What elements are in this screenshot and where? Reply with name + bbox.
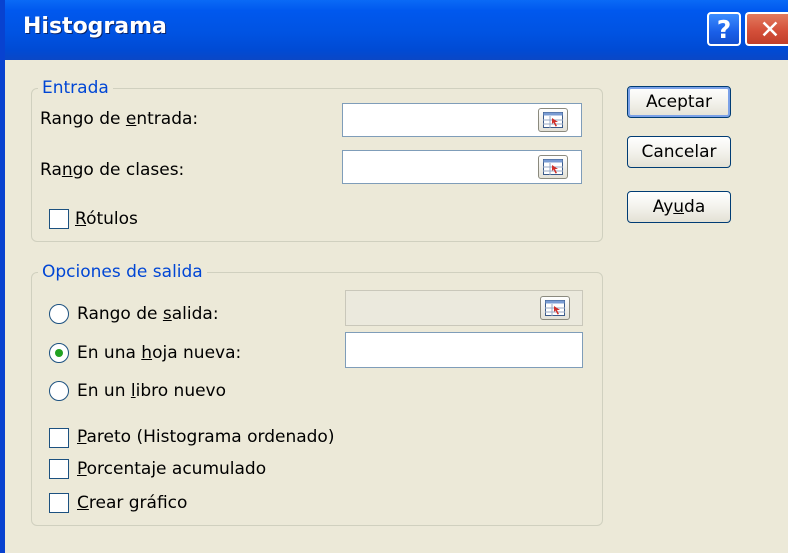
- new-sheet-label: En una hoja nueva:: [77, 343, 242, 363]
- output-range-label: Rango de salida:: [77, 304, 219, 324]
- collapse-dialog-icon: [545, 300, 565, 316]
- new-workbook-radio[interactable]: [49, 381, 69, 401]
- output-range-radio[interactable]: [49, 304, 69, 324]
- title-bar[interactable]: Histograma ? ✕: [5, 0, 788, 60]
- create-chart-checkbox[interactable]: [49, 493, 69, 513]
- labels-checkbox[interactable]: [49, 209, 69, 229]
- cancel-button[interactable]: Cancelar: [627, 136, 731, 168]
- title-help-button[interactable]: ?: [707, 12, 741, 46]
- ok-button[interactable]: Aceptar: [627, 86, 731, 118]
- new-sheet-name-field[interactable]: [345, 332, 583, 368]
- collapse-dialog-icon: [543, 112, 563, 128]
- labels-checkbox-label: Rótulos: [75, 209, 138, 229]
- bin-range-picker-button[interactable]: [538, 155, 568, 179]
- collapse-dialog-icon: [543, 159, 563, 175]
- output-range-picker-button[interactable]: [540, 296, 570, 320]
- output-group-legend: Opciones de salida: [38, 262, 207, 282]
- help-button[interactable]: Ayuda: [627, 191, 731, 223]
- bin-range-label: Rango de clases:: [40, 160, 185, 180]
- create-chart-label: Crear gráfico: [77, 493, 188, 513]
- window-title: Histograma: [23, 14, 167, 39]
- pareto-label: Pareto (Histograma ordenado): [77, 427, 335, 447]
- question-mark-icon: ?: [716, 14, 732, 44]
- new-sheet-radio[interactable]: [49, 343, 69, 363]
- close-icon: ✕: [759, 14, 781, 44]
- new-workbook-label: En un libro nuevo: [77, 381, 227, 401]
- input-range-picker-button[interactable]: [538, 108, 568, 132]
- histogram-dialog: Histograma ? ✕ Entrada Rango de entrada:…: [0, 0, 788, 553]
- input-group-legend: Entrada: [38, 78, 113, 98]
- input-range-label: Rango de entrada:: [40, 109, 199, 129]
- title-close-button[interactable]: ✕: [745, 12, 788, 46]
- radio-selected-dot: [55, 349, 63, 357]
- cumulative-percentage-checkbox[interactable]: [49, 459, 69, 479]
- cumulative-percentage-label: Porcentaje acumulado: [77, 459, 267, 479]
- pareto-checkbox[interactable]: [49, 428, 69, 448]
